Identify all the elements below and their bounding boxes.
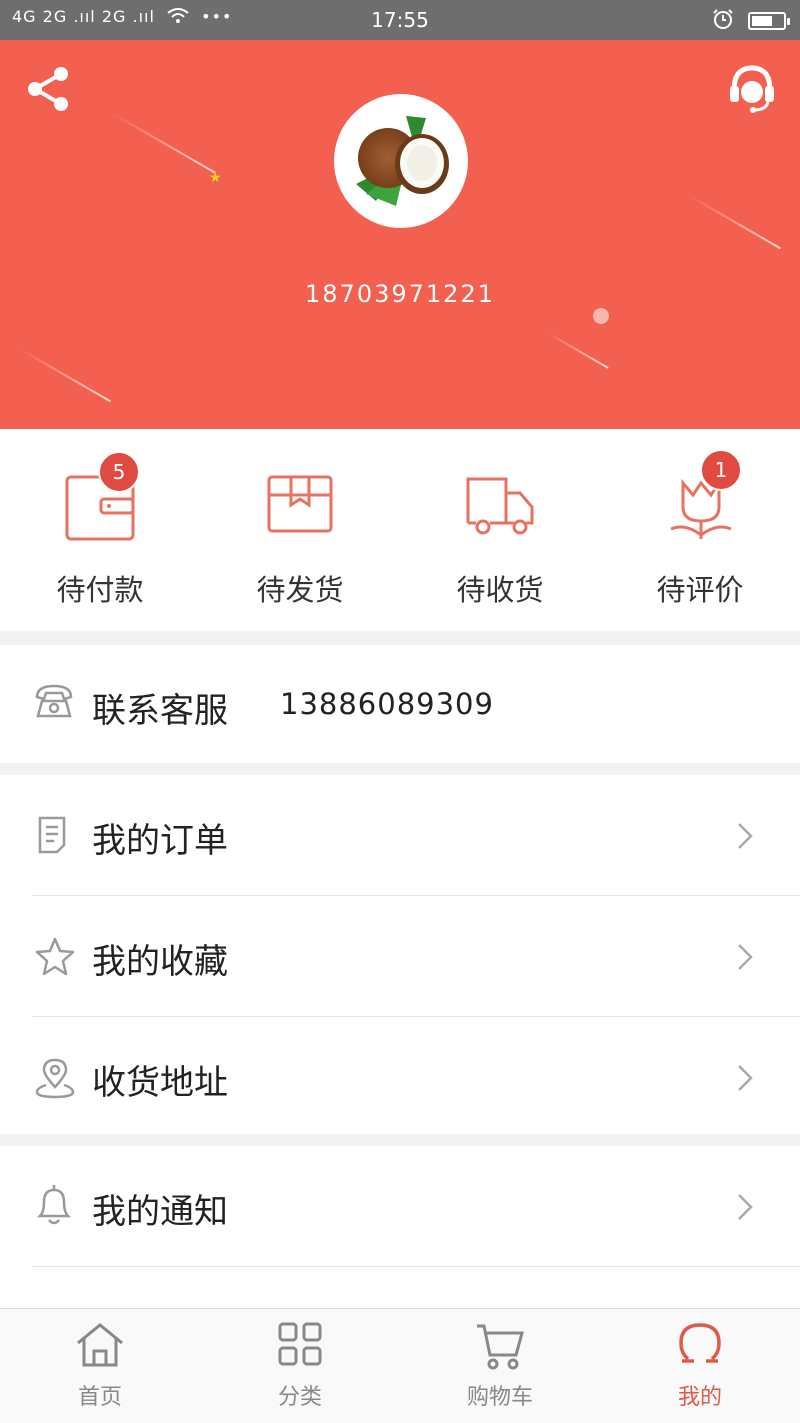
decorative-streak [111, 112, 216, 174]
chevron-right-icon [738, 944, 753, 970]
divider [32, 1266, 800, 1267]
menu-item-orders[interactable]: 我的订单 [0, 775, 800, 895]
decorative-streak [689, 195, 781, 250]
tab-cart[interactable]: 购物车 [400, 1309, 600, 1423]
menu-section-2: 我的通知 [0, 1146, 800, 1308]
tab-label: 购物车 [466, 1385, 533, 1410]
decorative-streak [19, 348, 111, 403]
chevron-right-icon [738, 1065, 753, 1091]
contact-service-row[interactable]: 联系客服 13886089309 [0, 645, 800, 763]
badge-count: 5 [98, 451, 140, 493]
order-status-bar: 5 待付款 待发货 待收货 1 待评价 [0, 429, 800, 631]
menu-item-notifications[interactable]: 我的通知 [0, 1146, 800, 1266]
menu-item-favorites[interactable]: 我的收藏 [0, 896, 800, 1016]
order-label: 待评价 [656, 573, 744, 607]
tab-label: 首页 [77, 1385, 122, 1410]
profile-header: ★ 18703971221 [0, 40, 800, 429]
tab-label: 我的 [677, 1385, 722, 1410]
coconut-image [356, 116, 449, 206]
home-icon [77, 1323, 123, 1367]
menu-label: 我的订单 [92, 821, 228, 861]
order-list-icon [38, 816, 66, 854]
user-phone: 18703971221 [305, 280, 495, 308]
box-icon [267, 475, 333, 533]
badge-count: 1 [700, 449, 742, 491]
menu-item-address[interactable]: 收货地址 [0, 1017, 800, 1137]
decorative-streak [547, 332, 609, 369]
decorative-dot [593, 308, 609, 324]
status-bar: 4G 2G .ııl 2G .ııl ••• 17:55 [0, 0, 800, 40]
cart-icon [477, 1324, 524, 1370]
chevron-right-icon [738, 1194, 753, 1220]
bottom-tab-bar: 首页 分类 购物车 我的 [0, 1308, 800, 1423]
menu-section: 我的订单 我的收藏 收货地址 [0, 775, 800, 1134]
telephone-icon [35, 684, 73, 718]
order-pending-review[interactable]: 1 待评价 [600, 429, 800, 631]
order-label: 待发货 [256, 573, 344, 607]
avatar[interactable] [334, 94, 468, 228]
menu-label: 我的通知 [92, 1192, 228, 1232]
location-pin-icon [35, 1058, 75, 1099]
battery-icon [748, 12, 790, 30]
tab-home[interactable]: 首页 [0, 1309, 200, 1423]
decorative-star: ★ [209, 170, 222, 186]
order-label: 待付款 [56, 573, 144, 607]
menu-label: 我的收藏 [92, 942, 228, 982]
star-icon [35, 937, 75, 976]
tab-label: 分类 [277, 1385, 322, 1410]
order-pending-receipt[interactable]: 待收货 [400, 429, 600, 631]
menu-label: 收货地址 [92, 1063, 228, 1103]
category-grid-icon [278, 1322, 322, 1366]
chevron-right-icon [738, 823, 753, 849]
clock: 17:55 [371, 8, 429, 32]
contact-label: 联系客服 [92, 691, 228, 731]
contact-section: 联系客服 13886089309 [0, 645, 800, 763]
share-icon[interactable] [26, 66, 72, 116]
bell-icon [36, 1185, 72, 1225]
order-pending-shipment[interactable]: 待发货 [200, 429, 400, 631]
alarm-icon [712, 8, 734, 34]
truck-icon [466, 477, 534, 535]
profile-icon [679, 1323, 721, 1363]
order-label: 待收货 [456, 573, 544, 607]
tab-mine[interactable]: 我的 [600, 1309, 800, 1423]
contact-number[interactable]: 13886089309 [280, 687, 494, 721]
order-pending-payment[interactable]: 5 待付款 [0, 429, 200, 631]
customer-service-icon[interactable] [728, 64, 776, 118]
tab-category[interactable]: 分类 [200, 1309, 400, 1423]
